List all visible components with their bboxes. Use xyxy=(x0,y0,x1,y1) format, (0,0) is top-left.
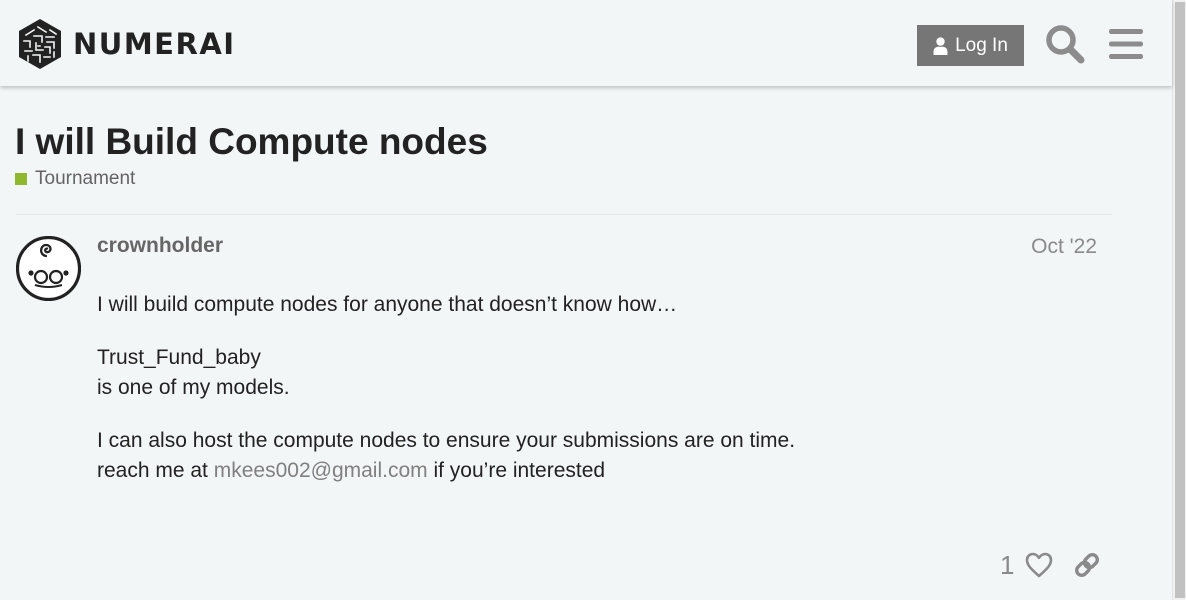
share-link-button[interactable] xyxy=(1071,549,1103,581)
post-text: I will build compute nodes for anyone th… xyxy=(97,293,678,316)
post-text: I can also host the compute nodes to ens… xyxy=(97,429,796,452)
user-avatar[interactable] xyxy=(16,236,81,301)
brand-name: NUMERAI xyxy=(73,27,236,61)
topic-divider xyxy=(16,214,1112,215)
category-color-swatch xyxy=(15,173,27,185)
post-text: Trust_Fund_baby xyxy=(97,346,261,369)
scrollbar-thumb[interactable] xyxy=(1175,2,1185,598)
numerai-logo-icon xyxy=(19,19,61,69)
user-icon xyxy=(933,36,948,55)
category-label: Tournament xyxy=(35,168,136,189)
post-username[interactable]: crownholder xyxy=(97,234,223,258)
post-text: reach me at xyxy=(97,459,214,482)
login-button[interactable]: Log In xyxy=(917,25,1024,66)
post-paragraph: Trust_Fund_babyis one of my models. xyxy=(97,343,1107,403)
category-badge[interactable]: Tournament xyxy=(15,168,135,190)
post-text: if you’re interested xyxy=(427,459,606,482)
site-logo[interactable]: NUMERAI xyxy=(16,17,236,71)
search-button[interactable] xyxy=(1043,22,1087,66)
post-text: is one of my models. xyxy=(97,376,290,399)
search-icon xyxy=(1046,25,1085,64)
like-button[interactable] xyxy=(1023,549,1055,581)
site-header: NUMERAI Log In xyxy=(0,0,1172,86)
email-link[interactable]: mkees002@gmail.com xyxy=(214,459,428,482)
like-count[interactable]: 1 xyxy=(1000,550,1014,581)
page-scrollbar[interactable] xyxy=(1172,0,1186,600)
heart-icon xyxy=(1025,552,1053,578)
post-date[interactable]: Oct '22 xyxy=(1031,235,1097,259)
link-icon xyxy=(1074,552,1100,578)
post-body: I will build compute nodes for anyone th… xyxy=(97,290,1107,509)
hamburger-menu-icon xyxy=(1109,29,1143,59)
topic-title[interactable]: I will Build Compute nodes xyxy=(15,120,488,164)
login-label: Log In xyxy=(955,34,1008,56)
post-paragraph: I will build compute nodes for anyone th… xyxy=(97,290,1107,320)
menu-button[interactable] xyxy=(1104,22,1148,66)
post-paragraph: I can also host the compute nodes to ens… xyxy=(97,426,1107,486)
